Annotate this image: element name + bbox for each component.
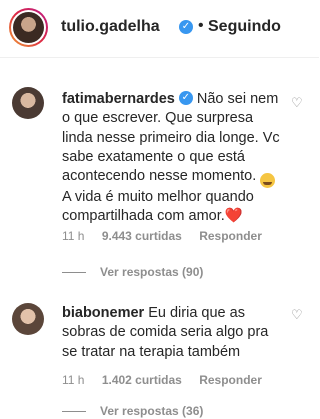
comment-time[interactable]: 11 h bbox=[62, 229, 84, 243]
view-replies-label[interactable]: Ver respostas (36) bbox=[100, 404, 203, 418]
red-heart-emoji-icon: ❤️ bbox=[224, 208, 243, 225]
comment-likes[interactable]: 9.443 curtidas bbox=[102, 229, 182, 243]
comment-meta: 11 h 9.443 curtidas Responder bbox=[62, 229, 276, 243]
comment-avatar[interactable] bbox=[12, 303, 44, 335]
heart-outline-icon[interactable]: ♡ bbox=[291, 96, 303, 109]
heart-outline-icon[interactable]: ♡ bbox=[291, 308, 303, 321]
verified-badge-icon: ✓ bbox=[178, 91, 193, 106]
comment-meta: 11 h 1.402 curtidas Responder bbox=[62, 373, 276, 387]
replies-divider-line bbox=[62, 271, 86, 273]
following-button[interactable]: Seguindo bbox=[208, 18, 281, 36]
comment-username[interactable]: fatimabernardes bbox=[62, 91, 175, 107]
crying-emoji-icon: 😭 bbox=[260, 173, 276, 189]
comment-body: biabonemer Eu diria que as sobras de com… bbox=[62, 304, 284, 362]
comment-likes[interactable]: 1.402 curtidas bbox=[102, 373, 182, 387]
reply-button[interactable]: Responder bbox=[199, 229, 262, 243]
avatar[interactable] bbox=[13, 12, 44, 43]
replies-divider-line bbox=[62, 410, 86, 412]
story-ring[interactable] bbox=[9, 8, 48, 47]
view-replies-button[interactable]: Ver respostas (90) bbox=[62, 265, 203, 279]
verified-badge-icon: ✓ bbox=[179, 20, 193, 34]
separator-dot: • bbox=[198, 17, 204, 34]
comment-avatar[interactable] bbox=[12, 87, 44, 119]
reply-button[interactable]: Responder bbox=[199, 373, 262, 387]
post-header: tulio.gadelha ✓ • Seguindo bbox=[0, 0, 319, 58]
comment-body: fatimabernardes ✓ Não sei nem o que escr… bbox=[62, 90, 284, 227]
comment-username[interactable]: biabonemer bbox=[62, 305, 144, 321]
view-replies-button[interactable]: Ver respostas (36) bbox=[62, 404, 203, 418]
comment-time[interactable]: 11 h bbox=[62, 373, 84, 387]
profile-username[interactable]: tulio.gadelha bbox=[61, 18, 160, 36]
view-replies-label[interactable]: Ver respostas (90) bbox=[100, 265, 203, 279]
avatar-border bbox=[11, 10, 46, 45]
